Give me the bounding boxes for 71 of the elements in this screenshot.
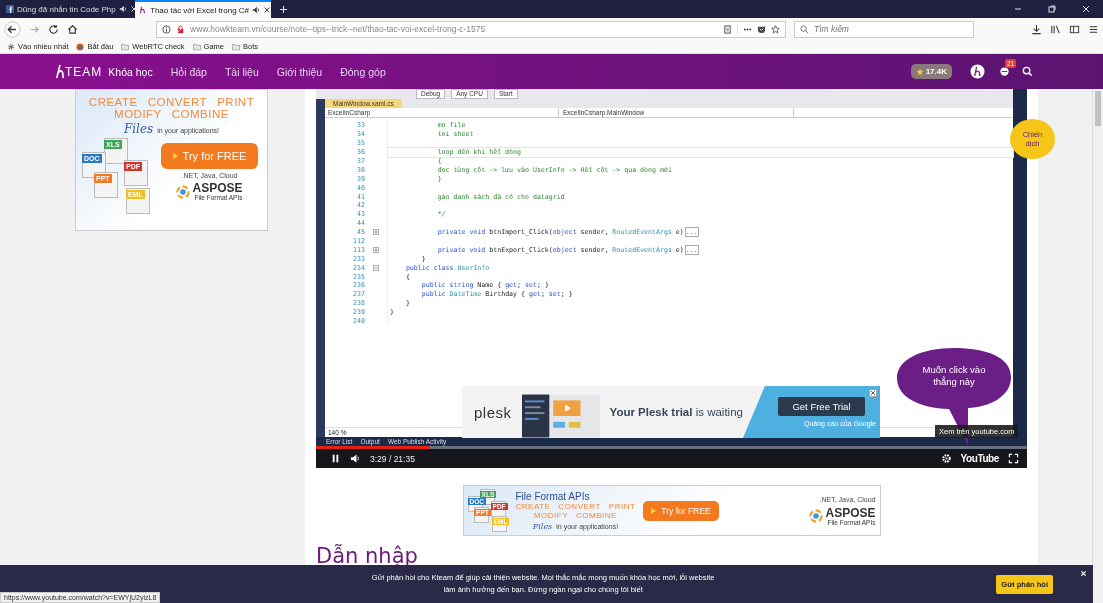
callout-text: Muốn click vào thẳng này bbox=[921, 364, 987, 388]
search-field[interactable]: Tìm kiếm bbox=[794, 20, 974, 38]
info-icon bbox=[162, 24, 171, 34]
aspose-logo-icon bbox=[176, 184, 191, 199]
volume-icon[interactable] bbox=[350, 453, 361, 464]
ad-word: CONVERT bbox=[147, 96, 208, 108]
gear-icon bbox=[7, 42, 15, 51]
stars-badge[interactable]: 17.4K bbox=[910, 64, 952, 79]
back-icon[interactable] bbox=[4, 20, 21, 38]
brand-name: ASPOSE bbox=[192, 182, 243, 194]
blocked-lock-icon bbox=[176, 24, 185, 34]
ad-word: CONVERT bbox=[558, 501, 601, 511]
get-free-trial-button[interactable]: Get Free Trial bbox=[778, 397, 865, 416]
ad-word: MODIFY bbox=[114, 108, 162, 120]
brand-name: ASPOSE bbox=[825, 506, 876, 519]
search-icon[interactable] bbox=[1022, 66, 1033, 77]
globe-icon bbox=[76, 42, 85, 51]
menu-icon[interactable] bbox=[1088, 23, 1099, 35]
logo-icon bbox=[55, 63, 65, 80]
search-icon bbox=[800, 24, 809, 34]
home-icon[interactable] bbox=[67, 23, 78, 35]
new-tab-icon[interactable] bbox=[279, 4, 288, 14]
collapse-icon[interactable] bbox=[373, 264, 379, 271]
sidebar-icon[interactable] bbox=[1069, 23, 1080, 35]
nav-link[interactable]: Đóng góp bbox=[340, 65, 386, 78]
ad-brand: plesk bbox=[474, 403, 512, 421]
youtube-logo[interactable]: YouTube bbox=[960, 453, 999, 464]
settings-icon[interactable] bbox=[940, 453, 952, 464]
star-icon bbox=[915, 67, 924, 76]
address-field[interactable]: www.howkteam.vn/course/note--tips--trick--net/thao-tac-voi-excel-trong-c-1575 bbox=[156, 20, 786, 38]
restore-icon[interactable] bbox=[1047, 4, 1057, 14]
star-icon[interactable] bbox=[771, 24, 780, 34]
reload-icon[interactable] bbox=[48, 23, 59, 35]
download-icon[interactable] bbox=[1031, 23, 1042, 35]
ad-title: File Format APIs bbox=[515, 490, 590, 502]
ad-word: PRINT bbox=[217, 96, 255, 108]
close-icon[interactable] bbox=[263, 6, 272, 14]
nav-link[interactable]: Giới thiệu bbox=[276, 65, 323, 78]
ad-word: COMBINE bbox=[576, 510, 617, 520]
ad-word: COMBINE bbox=[171, 108, 229, 120]
ad-word: MODIFY bbox=[533, 510, 569, 520]
ad-word: CREATE bbox=[515, 501, 551, 511]
video-time: 3:29 / 21:35 bbox=[370, 453, 415, 464]
nav-link[interactable]: Tài liệu bbox=[224, 65, 259, 78]
ad-script-word: Files bbox=[532, 521, 553, 531]
aspose-logo-icon bbox=[809, 509, 824, 523]
nav-link[interactable]: Khóa học bbox=[108, 65, 153, 78]
speaker-icon[interactable] bbox=[118, 5, 127, 13]
ad-headline: Your Plesk trial is waiting bbox=[609, 406, 743, 418]
facebook-icon bbox=[6, 5, 14, 13]
reader-view-icon[interactable] bbox=[723, 24, 732, 34]
fullscreen-icon[interactable] bbox=[1008, 453, 1019, 464]
pocket-icon[interactable] bbox=[757, 24, 766, 34]
nav-link[interactable]: Hỏi đáp bbox=[170, 65, 207, 78]
logo-text[interactable]: TEAM bbox=[65, 64, 103, 79]
avatar-icon[interactable] bbox=[970, 64, 985, 79]
play-icon bbox=[651, 506, 657, 515]
browser-tab[interactable]: Thao tác với Excel trong C# bbox=[135, 0, 271, 18]
library-icon[interactable] bbox=[1050, 23, 1061, 35]
notification-icon[interactable] bbox=[999, 66, 1010, 77]
section-heading: Dẫn nhập bbox=[316, 544, 419, 568]
ad-script-word: Files bbox=[123, 122, 154, 136]
speaker-icon[interactable] bbox=[252, 6, 261, 14]
ad-word: PRINT bbox=[608, 501, 636, 511]
pause-icon[interactable] bbox=[330, 453, 341, 464]
play-icon bbox=[172, 152, 178, 160]
expand-icon[interactable] bbox=[373, 246, 379, 253]
logo-icon bbox=[139, 6, 147, 14]
expand-icon[interactable] bbox=[373, 229, 379, 236]
close-icon[interactable] bbox=[869, 389, 877, 397]
ad-word: CREATE bbox=[88, 96, 138, 108]
